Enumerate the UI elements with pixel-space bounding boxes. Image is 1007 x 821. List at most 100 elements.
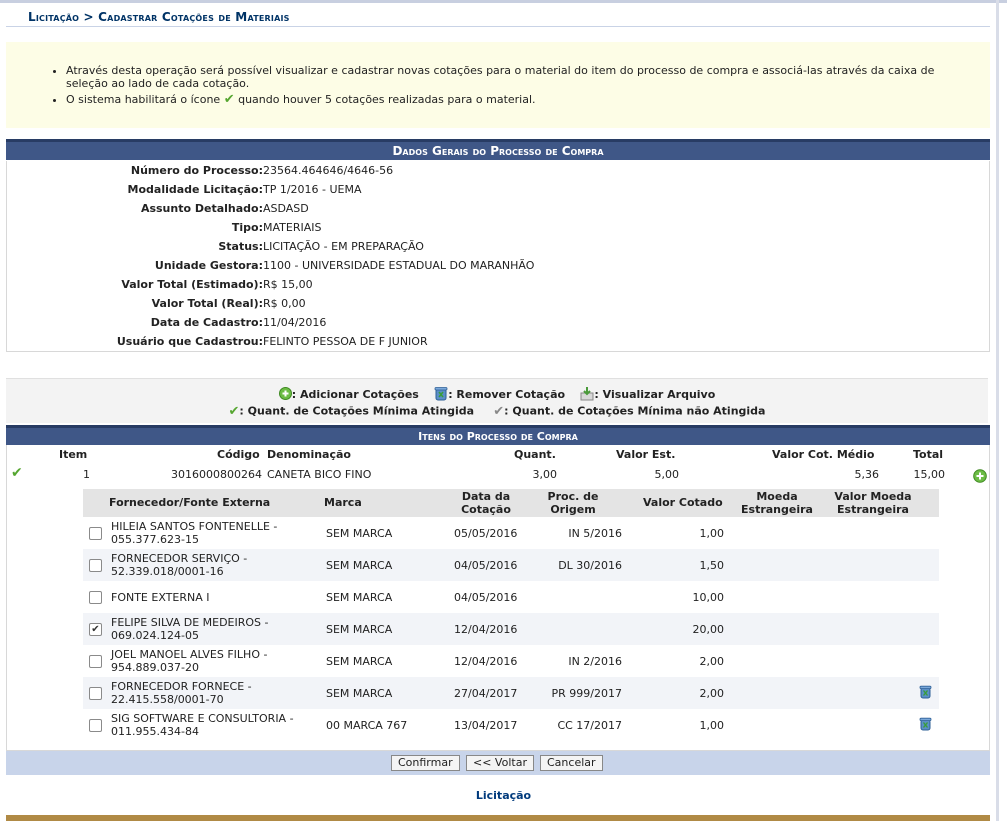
quote-fornecedor-name: SIG SOFTWARE E CONSULTORIA - bbox=[111, 712, 294, 725]
general-field-label: Usuário que Cadastrou: bbox=[116, 335, 263, 348]
quote-row: HILEIA SANTOS FONTENELLE -055.377.623-15… bbox=[83, 517, 939, 549]
quote-valor: 2,00 bbox=[699, 687, 725, 700]
col-valor-moeda: Valor Moeda Estrangeira bbox=[829, 490, 917, 516]
quote-fornecedor-doc: 954.889.037-20 bbox=[111, 661, 199, 674]
download-file-icon bbox=[580, 386, 594, 404]
general-data-title: Dados Gerais do Processo de Compra bbox=[392, 144, 604, 158]
col-quant: Quant. bbox=[514, 448, 556, 461]
col-fornecedor: Fornecedor/Fonte Externa bbox=[109, 496, 271, 509]
quote-row: ✔ FELIPE SILVA DE MEDEIROS -069.024.124-0… bbox=[83, 613, 939, 645]
trash-icon bbox=[434, 386, 448, 404]
quote-proc: IN 2/2016 bbox=[568, 655, 622, 668]
general-field-row: Data de Cadastro: 11/04/2016 bbox=[7, 316, 987, 335]
quote-fornecedor-doc: 011.955.434-84 bbox=[111, 725, 199, 738]
footer-link[interactable]: Licitação bbox=[0, 789, 1007, 802]
general-field-row: Unidade Gestora: 1100 - UNIVERSIDADE ESTA… bbox=[7, 259, 987, 278]
quote-select-checkbox[interactable]: ✔ bbox=[89, 623, 102, 636]
info-box: Através desta operação será possível vis… bbox=[6, 42, 990, 128]
general-field-label: Status: bbox=[218, 240, 263, 253]
general-field-label: Unidade Gestora: bbox=[154, 259, 263, 272]
cancel-button[interactable]: Cancelar bbox=[540, 755, 603, 771]
quote-marca: SEM MARCA bbox=[326, 687, 393, 700]
quote-select-checkbox[interactable] bbox=[89, 655, 102, 668]
col-moeda-l2: Estrangeira bbox=[741, 503, 813, 516]
legend-line-1: : Adicionar Cotações : Remover Cotação :… bbox=[6, 386, 988, 404]
general-data-header: Dados Gerais do Processo de Compra bbox=[6, 139, 990, 160]
right-border bbox=[996, 0, 999, 821]
legend-remove-label: : Remover Cotação bbox=[448, 388, 566, 401]
quote-valor: 1,50 bbox=[699, 559, 725, 572]
general-field-label: Valor Total (Estimado): bbox=[121, 278, 263, 291]
breadcrumb: Licitação > Cadastrar Cotações de Materi… bbox=[6, 4, 990, 27]
general-field-label: Número do Processo: bbox=[130, 164, 263, 177]
quote-data: 04/05/2016 bbox=[454, 591, 518, 604]
quote-fornecedor: FELIPE SILVA DE MEDEIROS -069.024.124-05 bbox=[111, 616, 269, 642]
general-field-label: Data de Cadastro: bbox=[150, 316, 263, 329]
col-proc-l2: Origem bbox=[550, 503, 596, 516]
remove-quote-icon[interactable] bbox=[919, 717, 932, 731]
quote-fornecedor-doc: 069.024.124-05 bbox=[111, 629, 199, 642]
quote-select-checkbox[interactable] bbox=[89, 687, 102, 700]
quote-marca: 00 MARCA 767 bbox=[326, 719, 408, 732]
quote-fornecedor: FORNECEDOR SERVIÇO -52.339.018/0001-16 bbox=[111, 552, 247, 578]
remove-quote-icon[interactable] bbox=[919, 685, 932, 699]
top-border bbox=[0, 0, 1007, 3]
col-valor-cot-medio: Valor Cot. Médio bbox=[772, 448, 875, 461]
general-field-row: Assunto Detalhado: ASDASD bbox=[7, 202, 987, 221]
button-bar: Confirmar << Voltar Cancelar bbox=[6, 751, 990, 775]
general-field-label: Assunto Detalhado: bbox=[140, 202, 263, 215]
quote-fornecedor-doc: 055.377.623-15 bbox=[111, 533, 199, 546]
quote-valor: 10,00 bbox=[692, 591, 725, 604]
bottom-bar bbox=[6, 815, 990, 821]
quote-valor: 2,00 bbox=[699, 655, 725, 668]
legend-min-reached-label: : Quant. de Cotações Mínima Atingida bbox=[239, 404, 475, 418]
check-green-icon: ✔ bbox=[228, 404, 240, 419]
general-field-label: Tipo: bbox=[231, 221, 263, 234]
quote-valor: 1,00 bbox=[699, 527, 725, 540]
quote-proc: IN 5/2016 bbox=[568, 527, 622, 540]
general-field-label: Modalidade Licitação: bbox=[127, 183, 263, 196]
footer-link-text[interactable]: Licitação bbox=[476, 789, 531, 802]
quote-fornecedor-name: FONTE EXTERNA I bbox=[111, 591, 210, 604]
col-codigo: Código bbox=[217, 448, 260, 461]
general-field-row: Valor Total (Estimado): R$ 15,00 bbox=[7, 278, 987, 297]
quote-fornecedor-name: FORNECEDOR FORNECE - bbox=[111, 680, 252, 693]
col-marca: Marca bbox=[324, 496, 362, 509]
col-data-cotacao: Data da Cotação bbox=[453, 490, 519, 516]
quote-select-checkbox[interactable] bbox=[89, 719, 102, 732]
general-field-row: Tipo: MATERIAIS bbox=[7, 221, 987, 240]
quote-data: 27/04/2017 bbox=[454, 687, 518, 700]
quote-proc: DL 30/2016 bbox=[558, 559, 622, 572]
info-item-1: Através desta operação será possível vis… bbox=[66, 64, 966, 90]
col-total: Total bbox=[913, 448, 944, 461]
general-field-value: R$ 0,00 bbox=[263, 297, 306, 310]
legend-add-label: : Adicionar Cotações bbox=[291, 388, 419, 401]
back-button[interactable]: << Voltar bbox=[466, 755, 534, 771]
col-proc-origem: Proc. de Origem bbox=[539, 490, 607, 516]
info-item-2: O sistema habilitará o ícone ✔ quando ho… bbox=[66, 93, 966, 106]
general-field-value: 11/04/2016 bbox=[263, 316, 327, 329]
quote-fornecedor: HILEIA SANTOS FONTENELLE -055.377.623-15 bbox=[111, 520, 277, 546]
quotes-header: Fornecedor/Fonte Externa Marca Data da Co… bbox=[83, 489, 939, 517]
quote-select-checkbox[interactable] bbox=[89, 559, 102, 572]
quote-row: FORNECEDOR FORNECE -22.415.558/0001-70 SE… bbox=[83, 677, 939, 709]
quote-select-checkbox[interactable] bbox=[89, 527, 102, 540]
quote-valor: 20,00 bbox=[692, 623, 725, 636]
quote-marca: SEM MARCA bbox=[326, 527, 393, 540]
quote-marca: SEM MARCA bbox=[326, 591, 393, 604]
add-quote-icon[interactable] bbox=[973, 469, 987, 486]
quote-fornecedor-doc: 22.415.558/0001-70 bbox=[111, 693, 224, 706]
confirm-button[interactable]: Confirmar bbox=[391, 755, 460, 771]
check-gray-icon: ✔ bbox=[493, 404, 505, 419]
item-number: 1 bbox=[83, 468, 90, 481]
quote-fornecedor: FONTE EXTERNA I bbox=[111, 591, 209, 604]
info-item-2-start: O sistema habilitará o ícone bbox=[66, 93, 221, 106]
quote-fornecedor: FORNECEDOR FORNECE -22.415.558/0001-70 bbox=[111, 680, 252, 706]
items-panel: Item Código Denominação Quant. Valor Est… bbox=[6, 445, 990, 751]
col-moeda-l1: Moeda bbox=[756, 490, 798, 503]
quote-fornecedor-name: HILEIA SANTOS FONTENELLE - bbox=[111, 520, 278, 533]
general-field-value: R$ 15,00 bbox=[263, 278, 313, 291]
quote-select-checkbox[interactable] bbox=[89, 591, 102, 604]
quote-row: JOEL MANOEL ALVES FILHO -954.889.037-20 S… bbox=[83, 645, 939, 677]
quote-fornecedor-doc: 52.339.018/0001-16 bbox=[111, 565, 224, 578]
